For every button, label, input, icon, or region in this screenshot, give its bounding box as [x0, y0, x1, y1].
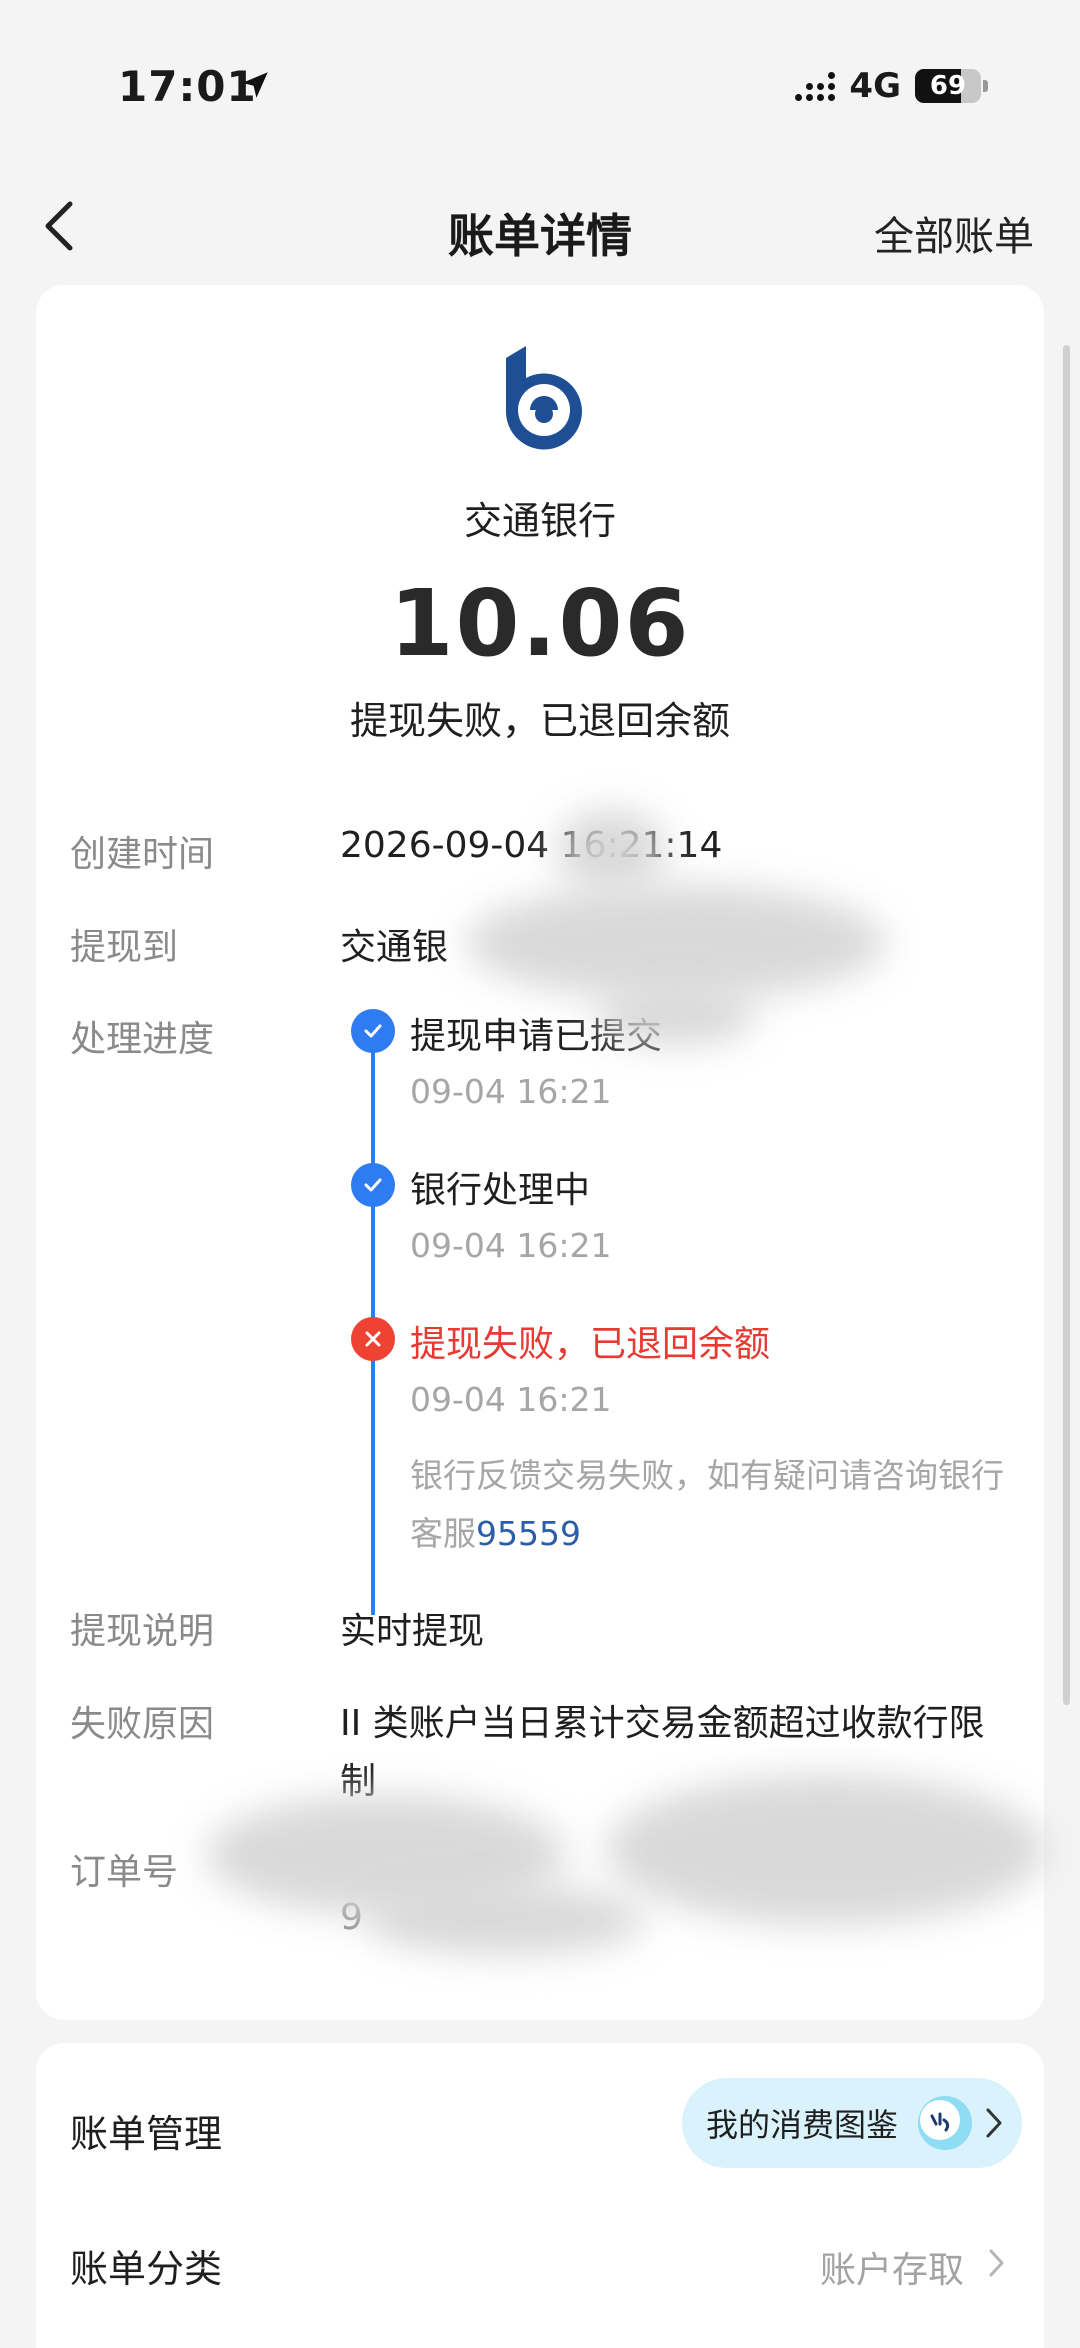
step-done-icon — [351, 1009, 395, 1053]
status-bar: 17:01 4G 69 — [0, 0, 1080, 170]
bill-category-value[interactable]: 账户存取 — [820, 2241, 964, 2293]
progress-label: 处理进度 — [70, 1019, 215, 1060]
battery-icon: 69 — [915, 69, 981, 103]
redaction-smudge — [556, 810, 666, 890]
bill-manage-title: 账单管理 — [70, 2112, 223, 2156]
step-failed-icon — [351, 1317, 395, 1361]
bill-category-label: 账单分类 — [70, 2247, 223, 2291]
network-type: 4G — [849, 66, 901, 106]
status-indicators: 4G 69 — [795, 66, 988, 106]
bill-status: 提现失败，已退回余额 — [349, 699, 730, 743]
check-icon — [364, 1024, 382, 1038]
location-arrow-icon — [242, 72, 268, 98]
redaction-smudge — [366, 1885, 646, 1955]
withdraw-to-value: 交通银 — [340, 927, 449, 968]
progress-step-title: 银行处理中 — [410, 1170, 591, 1211]
consume-gallery-button[interactable]: 我的消费图鉴 — [682, 2078, 1022, 2168]
created-time-label: 创建时间 — [70, 834, 215, 875]
all-bills-link[interactable]: 全部账单 — [874, 204, 1034, 262]
bank-hotline-link[interactable]: 95559 — [476, 1514, 581, 1553]
progress-step-time: 09-04 16:21 — [410, 1226, 612, 1265]
bill-amount: 10.06 — [389, 570, 691, 677]
order-number-label: 订单号 — [70, 1852, 179, 1893]
chevron-right-icon[interactable] — [986, 2247, 1008, 2279]
battery-tip — [983, 80, 988, 92]
scrollbar[interactable] — [1063, 345, 1070, 1705]
mascot-icon — [918, 2096, 973, 2150]
withdraw-to-label: 提现到 — [70, 927, 179, 968]
check-icon — [364, 1178, 382, 1192]
redaction-smudge — [466, 885, 886, 1000]
bill-detail-card: 交通银行 10.06 提现失败，已退回余额 创建时间 2026-09-04 16… — [36, 285, 1046, 2020]
progress-step-time: 09-04 16:21 — [410, 1072, 612, 1111]
step-done-icon — [351, 1163, 395, 1207]
status-time: 17:01 — [118, 62, 257, 111]
progress-step-time: 09-04 16:21 — [410, 1380, 612, 1419]
signal-icon — [795, 71, 836, 101]
chevron-right-icon — [986, 2108, 1002, 2138]
withdraw-desc-label: 提现说明 — [70, 1611, 215, 1652]
battery-percent: 69 — [929, 71, 967, 101]
close-icon — [365, 1331, 381, 1347]
redaction-smudge — [606, 1775, 1046, 1925]
withdraw-desc-value: 实时提现 — [340, 1611, 485, 1652]
redaction-smudge — [596, 985, 756, 1045]
bank-name: 交通银行 — [463, 499, 616, 543]
failure-note: 银行反馈交易失败，如有疑问请咨询银行客服95559 — [410, 1447, 1010, 1563]
consume-gallery-label: 我的消费图鉴 — [706, 2106, 899, 2144]
bank-logo-icon — [505, 346, 582, 450]
nav-bar: 账单详情 全部账单 — [0, 180, 1080, 270]
progress-step-title: 提现失败，已退回余额 — [410, 1324, 771, 1365]
bill-manage-card: 账单管理 我的消费图鉴 账单分类 账户存取 — [36, 2043, 1044, 2348]
failure-reason-label: 失败原因 — [70, 1704, 215, 1745]
